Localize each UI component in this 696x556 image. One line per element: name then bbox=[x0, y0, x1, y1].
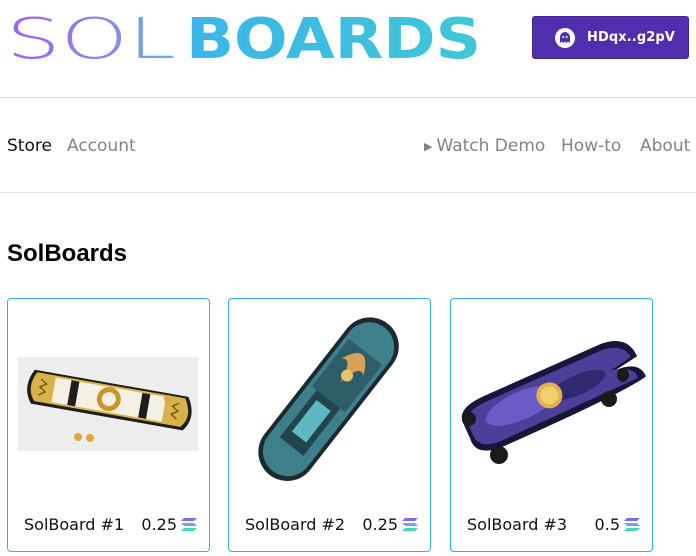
product-name: SolBoard #1 bbox=[24, 515, 125, 534]
solana-icon bbox=[181, 518, 197, 531]
product-card[interactable]: SolBoard #3 0.5 bbox=[450, 298, 653, 552]
product-image bbox=[258, 317, 399, 481]
product-card[interactable]: SolBoard #1 0.25 bbox=[7, 298, 210, 552]
nav-watch-demo[interactable]: ▶ Watch Demo bbox=[424, 136, 545, 156]
solana-icon bbox=[624, 518, 640, 531]
product-price: 0.5 bbox=[595, 515, 640, 534]
solboards-logo[interactable]: SOL BOARDS bbox=[6, 10, 486, 68]
product-price: 0.25 bbox=[362, 515, 418, 534]
logo-text-boards: BOARDS bbox=[186, 10, 481, 68]
nav-watch-demo-label: Watch Demo bbox=[436, 136, 546, 156]
nav-about[interactable]: About bbox=[640, 136, 690, 156]
product-image bbox=[461, 341, 647, 464]
product-card[interactable]: SolBoard #2 0.25 bbox=[228, 298, 431, 552]
price-value: 0.5 bbox=[594, 515, 620, 534]
product-image bbox=[18, 357, 198, 451]
price-value: 0.25 bbox=[362, 515, 398, 534]
main-nav: Store Account ▶ Watch Demo How-to About bbox=[0, 98, 696, 193]
page-title: SolBoards bbox=[7, 240, 128, 267]
app-header: SOL BOARDS HDqx..g2pV bbox=[0, 0, 696, 98]
play-icon: ▶ bbox=[424, 140, 433, 153]
product-name: SolBoard #2 bbox=[245, 515, 346, 534]
product-price: 0.25 bbox=[141, 515, 197, 534]
nav-how-to[interactable]: How-to bbox=[561, 136, 621, 156]
nav-account[interactable]: Account bbox=[67, 136, 136, 156]
product-name: SolBoard #3 bbox=[467, 515, 568, 534]
wallet-address: HDqx..g2pV bbox=[587, 30, 675, 45]
logo-text-sol: SOL bbox=[6, 10, 176, 68]
nav-store[interactable]: Store bbox=[7, 136, 52, 156]
ghost-icon bbox=[555, 27, 575, 48]
price-value: 0.25 bbox=[141, 515, 177, 534]
wallet-connect-button[interactable]: HDqx..g2pV bbox=[532, 16, 689, 59]
solana-icon bbox=[402, 518, 418, 531]
